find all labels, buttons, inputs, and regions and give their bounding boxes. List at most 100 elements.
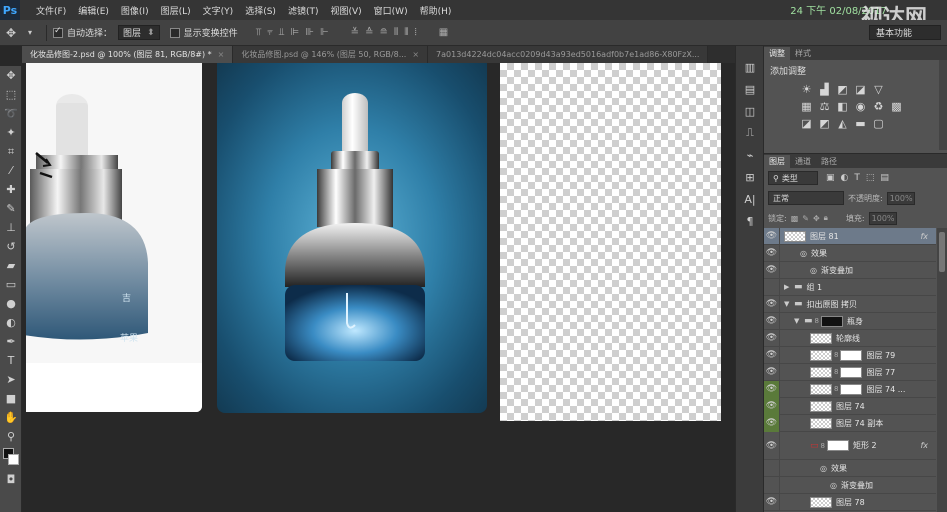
menu-select[interactable]: 选择(S): [239, 4, 282, 17]
collapse-arrow-icon[interactable]: ▼: [784, 300, 792, 308]
layer-mask-thumbnail[interactable]: [840, 383, 863, 395]
doc-tab-3[interactable]: 7a013d4224dc04acc0209d43a93ed5016adf0b7e…: [428, 46, 709, 63]
align-left-icon[interactable]: ⊫: [291, 27, 300, 38]
layer-row[interactable]: 👁︎ ▼ ▬ 扣出原图 拷贝: [764, 295, 936, 313]
distribute-bottom-icon[interactable]: ≘: [379, 27, 387, 38]
align-vcenter-icon[interactable]: ⫧: [267, 27, 273, 38]
expand-arrow-icon[interactable]: ▶: [784, 283, 792, 291]
collapse-arrow-icon[interactable]: ▼: [794, 317, 802, 325]
tab-channels[interactable]: 通道: [790, 155, 816, 168]
tab-adjustments[interactable]: 调整: [764, 47, 790, 60]
lock-all-icon[interactable]: 🔒︎: [824, 213, 828, 223]
threshold-icon[interactable]: ◭: [836, 117, 849, 130]
layer-row[interactable]: 👁︎ 8 图层 79: [764, 346, 936, 364]
lock-transparent-icon[interactable]: ▩: [791, 214, 799, 223]
layer-effect-row[interactable]: □ ◎ 效果: [764, 459, 936, 477]
align-bottom-icon[interactable]: ⫫: [279, 27, 285, 38]
menu-type[interactable]: 文字(Y): [197, 4, 240, 17]
menu-view[interactable]: 视图(V): [324, 4, 367, 17]
move-tool-icon[interactable]: ✥: [0, 66, 22, 85]
path-select-tool-icon[interactable]: ➤: [0, 370, 22, 389]
eye-icon[interactable]: 👁︎: [764, 414, 780, 432]
photo-filter-icon[interactable]: ◉: [854, 100, 867, 113]
adjustment-filter-icon[interactable]: ◐: [841, 173, 849, 183]
menu-filter[interactable]: 滤镜(T): [282, 4, 325, 17]
eye-icon[interactable]: 👁︎: [764, 312, 780, 330]
crop-tool-icon[interactable]: ⌗: [0, 142, 22, 161]
lock-pixels-icon[interactable]: ✎: [802, 214, 809, 223]
marquee-tool-icon[interactable]: ⬚: [0, 85, 22, 104]
eye-icon[interactable]: 👁︎: [764, 295, 780, 313]
eye-icon[interactable]: 👁︎: [764, 431, 780, 460]
tab-styles[interactable]: 样式: [790, 47, 816, 60]
layer-row[interactable]: 👁︎ ▼ ▬ 8 瓶身: [764, 312, 936, 330]
pixel-filter-icon[interactable]: ▣: [826, 173, 835, 183]
color-lookup-icon[interactable]: ▩: [890, 100, 903, 113]
close-icon[interactable]: ×: [412, 50, 419, 59]
menu-image[interactable]: 图像(I): [115, 4, 155, 17]
doc-tab-1[interactable]: 化妆品修图-2.psd @ 100% (图层 81, RGB/8#) * ×: [22, 46, 234, 63]
opacity-input[interactable]: 100%: [886, 191, 915, 205]
eye-icon[interactable]: 👁︎: [764, 261, 780, 279]
tab-paths[interactable]: 路径: [816, 155, 842, 168]
layer-filter-dropdown[interactable]: ⚲ 类型: [768, 171, 818, 185]
eye-icon[interactable]: 👁︎: [764, 329, 780, 347]
layer-row[interactable]: 👁︎ ▭ 8 矩形 2 fx: [764, 431, 936, 460]
align-top-icon[interactable]: ⫪: [256, 27, 262, 38]
paragraph-icon[interactable]: ¶: [736, 210, 764, 232]
layer-row[interactable]: 👁︎ 8 图层 77: [764, 363, 936, 381]
character-icon[interactable]: A|: [736, 188, 764, 210]
menu-edit[interactable]: 编辑(E): [72, 4, 115, 17]
eye-icon[interactable]: 👁︎: [764, 397, 780, 415]
selective-color-icon[interactable]: ▢: [872, 117, 885, 130]
distribute-right-icon[interactable]: ⦙: [414, 27, 416, 38]
layer-row[interactable]: 👁︎ 图层 74 副本: [764, 414, 936, 432]
distribute-top-icon[interactable]: ≚: [351, 27, 359, 38]
fx-icon[interactable]: fx: [920, 232, 928, 241]
history-icon[interactable]: ▥: [736, 56, 764, 78]
tool-preset-dropdown-icon[interactable]: ▾: [28, 28, 40, 37]
shape-filter-icon[interactable]: ⬚: [866, 173, 875, 183]
actions-icon[interactable]: ▤: [736, 78, 764, 100]
eraser-tool-icon[interactable]: ▰: [0, 256, 22, 275]
hue-saturation-icon[interactable]: ▦: [800, 100, 813, 113]
clone-source-icon[interactable]: ⊞: [736, 166, 764, 188]
lock-position-icon[interactable]: ✥: [813, 214, 820, 223]
align-right-icon[interactable]: ⊩: [320, 27, 329, 38]
show-transform-checkbox[interactable]: [169, 27, 180, 38]
doc-tab-2[interactable]: 化妆品修图.psd @ 146% (图层 50, RGB/8... ×: [233, 46, 429, 63]
layer-row[interactable]: 👁︎ 轮廓线: [764, 329, 936, 347]
black-white-icon[interactable]: ◧: [836, 100, 849, 113]
layer-mask-thumbnail[interactable]: [840, 349, 863, 361]
layer-mask-thumbnail[interactable]: [840, 366, 863, 378]
eye-icon[interactable]: □: [764, 459, 780, 477]
auto-align-icon[interactable]: ▦: [439, 27, 448, 38]
blur-tool-icon[interactable]: ●: [0, 294, 22, 313]
auto-select-dropdown[interactable]: 图层 ⬍: [118, 25, 160, 40]
zoom-tool-icon[interactable]: ⚲: [0, 427, 22, 446]
distribute-hcenter-icon[interactable]: ⫴: [404, 27, 408, 38]
layer-row[interactable]: 👁︎ 图层 78: [764, 493, 936, 511]
layers-scrollbar[interactable]: [937, 228, 947, 512]
document-canvas-2[interactable]: [217, 63, 487, 413]
lasso-tool-icon[interactable]: ➰: [0, 104, 22, 123]
distribute-vcenter-icon[interactable]: ≙: [365, 27, 373, 38]
clone-stamp-tool-icon[interactable]: ⊥: [0, 218, 22, 237]
eye-icon[interactable]: 👁︎: [764, 363, 780, 381]
exposure-icon[interactable]: ◪: [854, 83, 867, 96]
hand-tool-icon[interactable]: ✋: [0, 408, 22, 427]
type-tool-icon[interactable]: T: [0, 351, 22, 370]
canvas-area[interactable]: 吉 苹果: [22, 63, 722, 512]
tab-layers[interactable]: 图层: [764, 155, 790, 168]
adjust-scrollbar[interactable]: [939, 60, 947, 150]
blend-mode-dropdown[interactable]: 正常: [768, 191, 844, 205]
align-hcenter-icon[interactable]: ⊪: [305, 27, 314, 38]
invert-icon[interactable]: ◪: [800, 117, 813, 130]
color-balance-icon[interactable]: ⚖: [818, 100, 831, 113]
menu-layer[interactable]: 图层(L): [155, 4, 197, 17]
distribute-left-icon[interactable]: ⦀: [394, 27, 398, 38]
properties-icon[interactable]: ◫: [736, 100, 764, 122]
gradient-tool-icon[interactable]: ▭: [0, 275, 22, 294]
move-tool-icon[interactable]: ✥: [6, 26, 28, 40]
quick-mask-icon[interactable]: ◘: [0, 470, 22, 489]
